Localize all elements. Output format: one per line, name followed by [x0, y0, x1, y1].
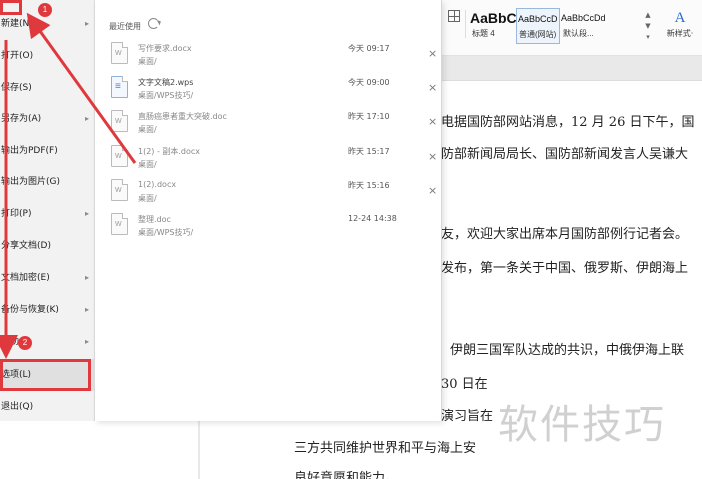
annotation-arrows [0, 12, 137, 359]
step-badge-1: 1 [38, 3, 52, 17]
step-badge-2: 2 [18, 336, 32, 350]
arrow-to-file-button [26, 12, 137, 164]
